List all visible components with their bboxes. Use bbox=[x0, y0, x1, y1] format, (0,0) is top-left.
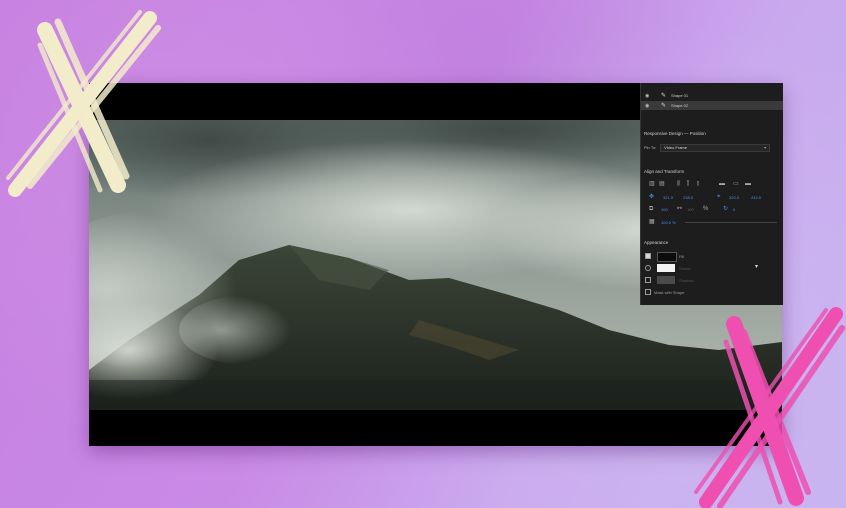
position-x-value[interactable]: 321.9 bbox=[663, 195, 673, 200]
fill-label: Fill bbox=[679, 254, 685, 259]
essential-graphics-panel: ◉ ✎ Shape 01 ◉ ✎ Shape 02 Responsive Des… bbox=[640, 83, 783, 305]
chevron-down-icon: ▾ bbox=[764, 145, 767, 150]
eyedropper-icon[interactable]: ▾ bbox=[755, 264, 758, 270]
opacity-value[interactable]: 100.0 % bbox=[661, 220, 676, 225]
layer-row-selected[interactable]: ◉ ✎ Shape 02 bbox=[641, 101, 783, 110]
scale-icon: ⧉ bbox=[649, 206, 654, 212]
pin-to-label: Pin To: bbox=[644, 145, 657, 150]
appearance-title: Appearance bbox=[644, 240, 669, 245]
pen-icon: ✎ bbox=[661, 92, 667, 99]
fill-checkbox[interactable] bbox=[645, 253, 651, 259]
pin-to-dropdown[interactable]: Video Frame ▾ bbox=[660, 143, 771, 152]
rotation-icon: ↻ bbox=[723, 206, 729, 212]
position-icon: ✥ bbox=[649, 194, 655, 200]
anchor-point-icon: ⌖ bbox=[717, 194, 721, 200]
distribute-horizontal-icon[interactable]: ▬ bbox=[719, 181, 725, 187]
stroke-label: Stroke bbox=[679, 266, 691, 271]
anchor-x-value[interactable]: 320.5 bbox=[729, 195, 739, 200]
shadow-checkbox[interactable] bbox=[645, 277, 651, 283]
pink-x-mark bbox=[694, 307, 845, 508]
height-value[interactable]: 100 bbox=[687, 207, 694, 212]
align-middle-icon[interactable]: ⫿ bbox=[687, 181, 689, 187]
layer-label: Shape 02 bbox=[671, 103, 689, 108]
pin-to-row: Pin To: Video Frame ▾ bbox=[644, 142, 780, 153]
layer-row[interactable]: ◉ ✎ Shape 01 bbox=[641, 91, 783, 100]
mask-label: Mask with Shape bbox=[654, 290, 685, 295]
width-value[interactable]: 100 bbox=[661, 207, 668, 212]
align-left-icon[interactable]: ▥ bbox=[649, 181, 655, 187]
opacity-icon: ▦ bbox=[649, 219, 655, 225]
align-bottom-icon[interactable]: ▬ bbox=[745, 181, 751, 187]
visibility-eye-icon[interactable]: ◉ bbox=[645, 103, 651, 108]
align-transform-title: Align and Transform bbox=[644, 169, 685, 174]
percent-icon: % bbox=[703, 206, 709, 212]
shadow-swatch[interactable] bbox=[657, 276, 675, 284]
cream-x-mark bbox=[6, 10, 161, 197]
align-right-icon[interactable]: ⫾ bbox=[697, 181, 699, 187]
mask-checkbox[interactable] bbox=[645, 289, 651, 295]
link-icon[interactable]: ⚯ bbox=[677, 206, 682, 212]
opacity-slider-track[interactable] bbox=[685, 222, 777, 223]
distribute-vertical-icon[interactable]: ▭ bbox=[733, 181, 739, 187]
position-y-value[interactable]: 238.5 bbox=[683, 195, 693, 200]
align-center-icon[interactable]: ▤ bbox=[659, 181, 665, 187]
layer-label: Shape 01 bbox=[671, 93, 689, 98]
anchor-y-value[interactable]: 244.5 bbox=[751, 195, 761, 200]
shadow-label: Shadow bbox=[679, 278, 694, 283]
fill-swatch[interactable] bbox=[657, 252, 677, 262]
stroke-checkbox[interactable] bbox=[645, 265, 651, 271]
visibility-eye-icon[interactable]: ◉ bbox=[645, 93, 651, 98]
responsive-section-title: Responsive Design — Position bbox=[644, 131, 706, 136]
pin-to-value: Video Frame bbox=[664, 145, 687, 150]
align-vertical-icon[interactable]: ⫼ bbox=[677, 181, 680, 187]
rotation-value[interactable]: 0 bbox=[733, 207, 735, 212]
pen-icon: ✎ bbox=[661, 102, 667, 109]
stroke-swatch[interactable] bbox=[657, 264, 675, 272]
